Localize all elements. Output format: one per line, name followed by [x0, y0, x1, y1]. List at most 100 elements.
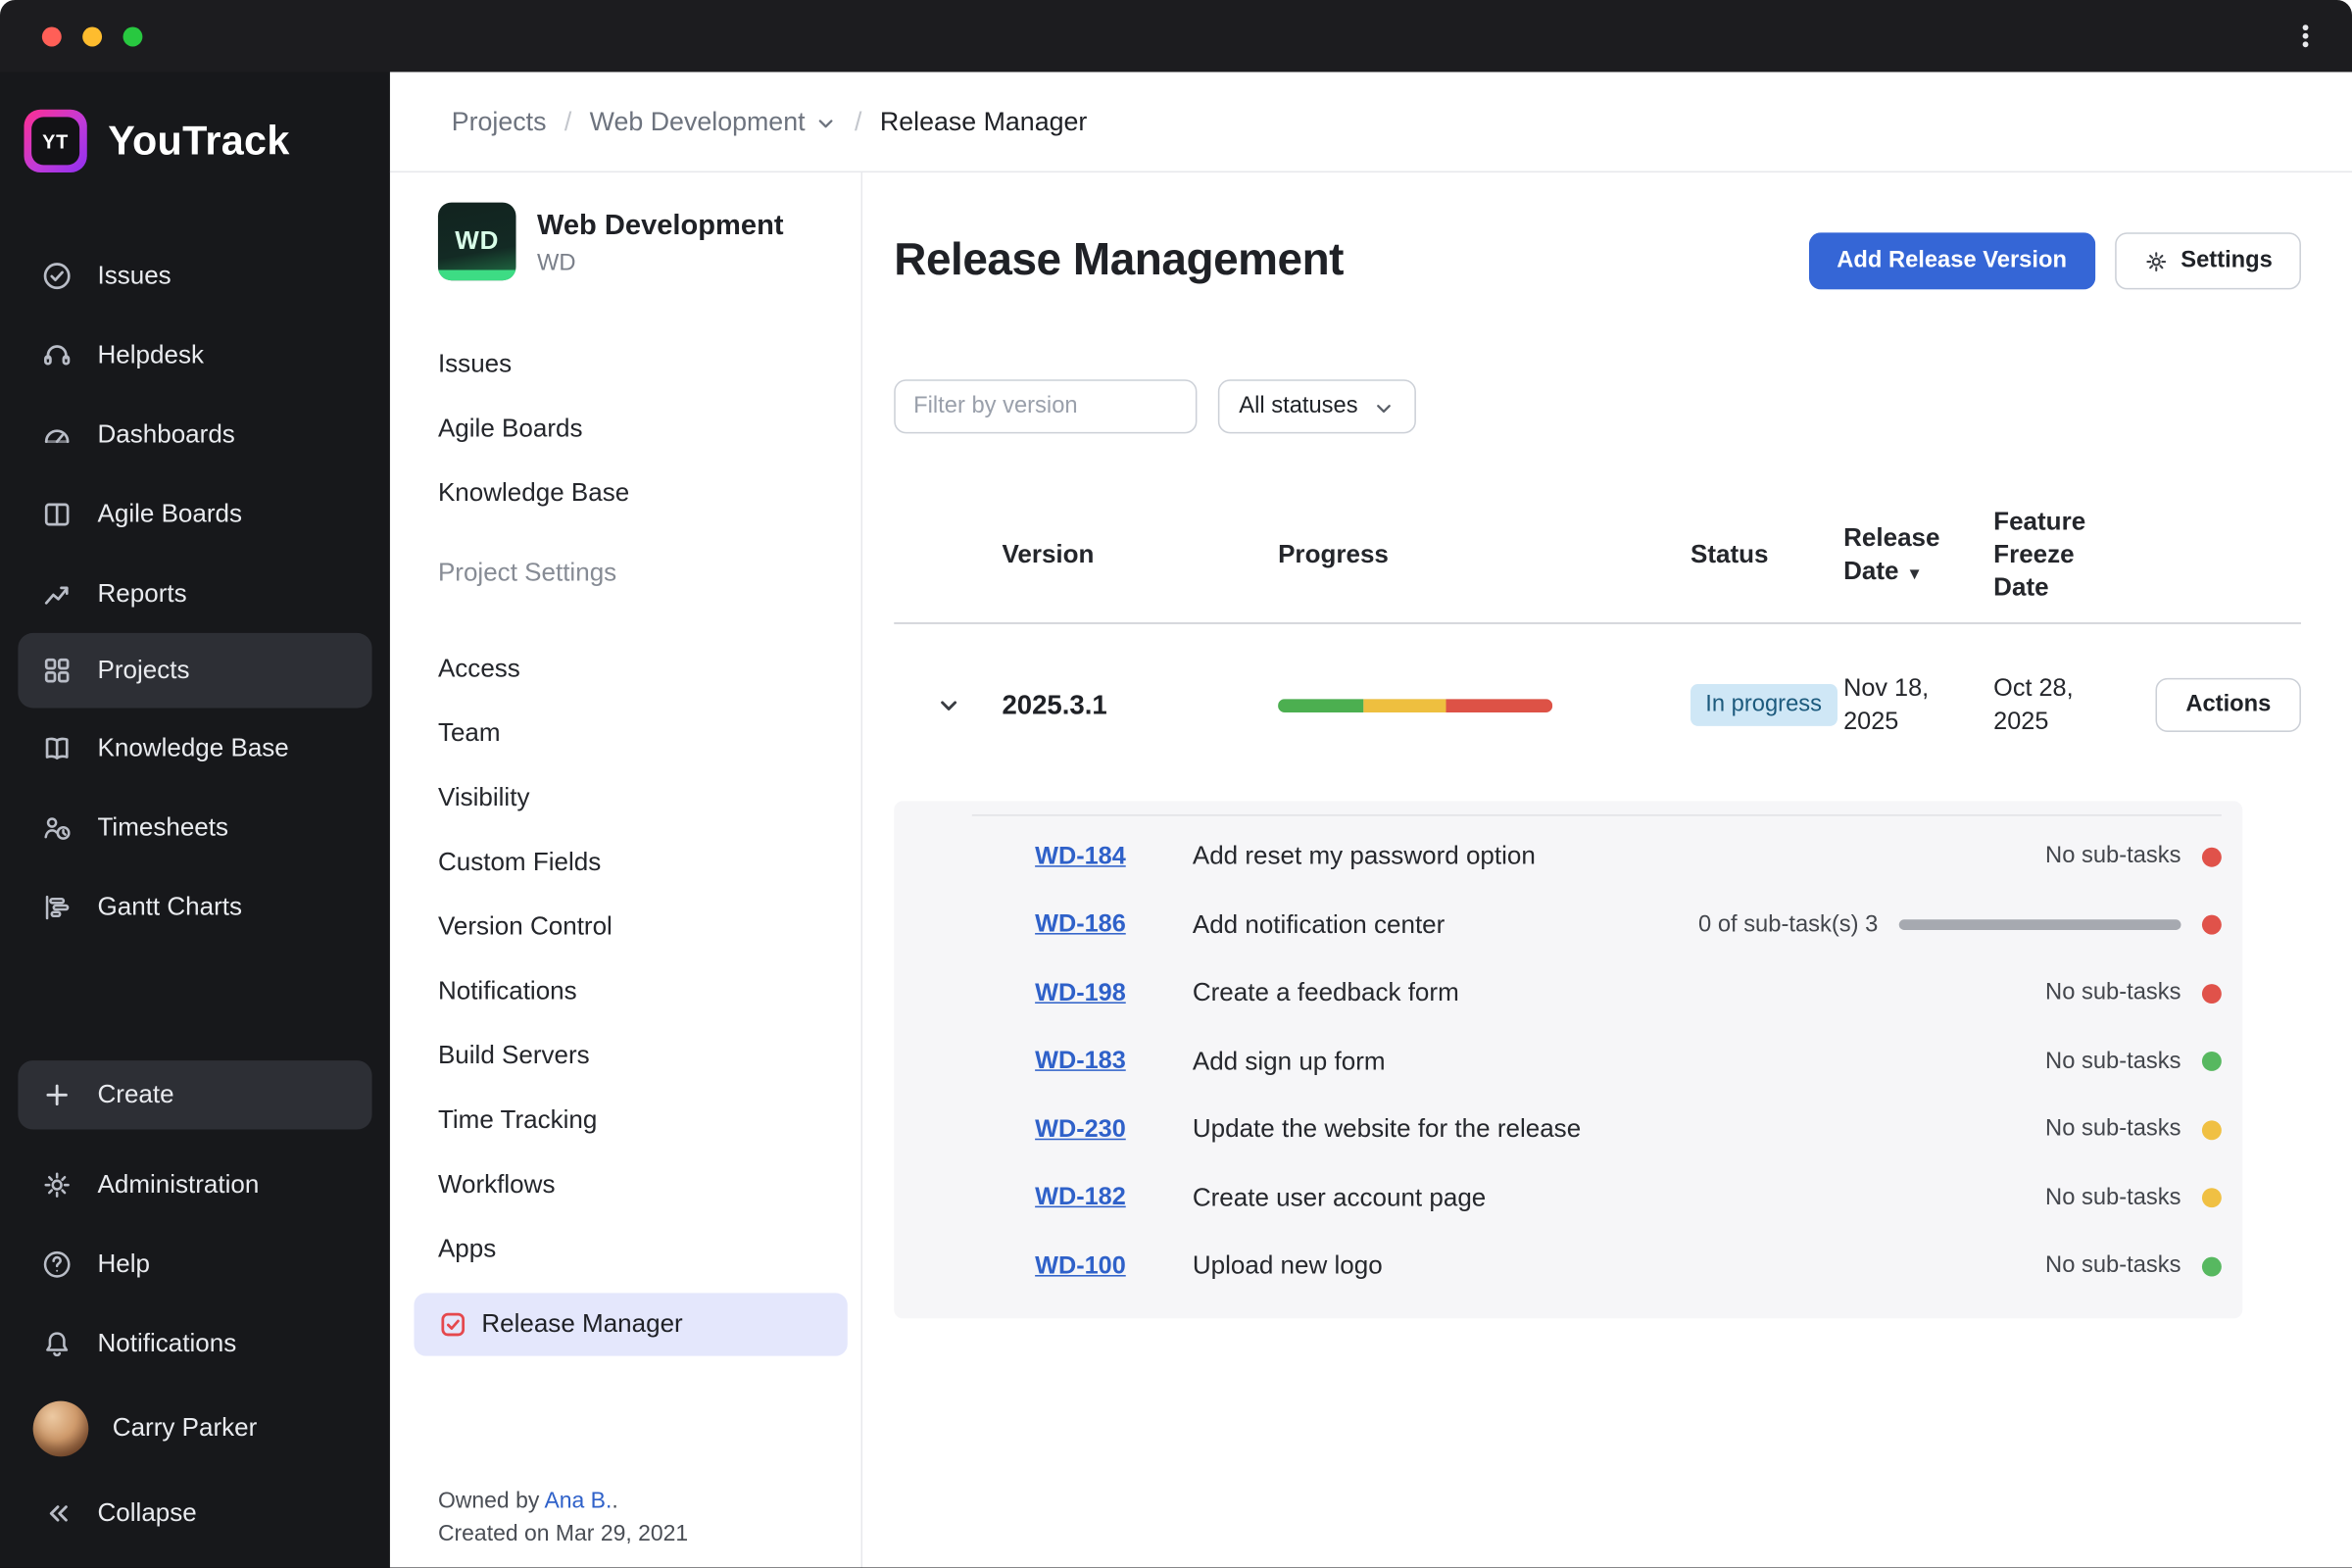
- settings-item-visibility[interactable]: Visibility: [438, 765, 861, 830]
- sidebar-item-help[interactable]: Help: [0, 1225, 390, 1304]
- user-name: Carry Parker: [112, 1413, 258, 1443]
- issue-id-link[interactable]: WD-230: [1035, 1115, 1193, 1144]
- breadcrumb-projects[interactable]: Projects: [452, 106, 547, 137]
- sidebar-item-timesheets[interactable]: Timesheets: [0, 788, 390, 867]
- breadcrumb-project-selector[interactable]: Web Development: [590, 106, 837, 137]
- settings-button[interactable]: Settings: [2114, 232, 2301, 290]
- breadcrumb-separator: /: [564, 105, 572, 136]
- create-label: Create: [97, 1080, 174, 1109]
- sidebar-item-notifications[interactable]: Notifications: [0, 1304, 390, 1384]
- column-version[interactable]: Version: [1002, 539, 1278, 572]
- issue-id-link[interactable]: WD-186: [1035, 910, 1193, 939]
- subtask-count-label: No sub-tasks: [2045, 979, 2181, 1005]
- sidebar-item-label: Helpdesk: [97, 339, 204, 368]
- sidebar-item-label: Help: [97, 1249, 151, 1278]
- subtask-count-label: 0 of sub-task(s) 3: [1698, 910, 1879, 937]
- issue-id-link[interactable]: WD-100: [1035, 1251, 1193, 1280]
- issue-status-dot: [2201, 1119, 2222, 1140]
- issue-id-link[interactable]: WD-183: [1035, 1047, 1193, 1075]
- chevron-down-icon: [1373, 397, 1396, 419]
- project-avatar[interactable]: WD: [437, 202, 516, 281]
- window-close-button[interactable]: [41, 25, 62, 46]
- feature-freeze-date-value: Oct 28, 2025: [1993, 674, 2074, 736]
- project-key: WD: [536, 250, 576, 276]
- sidebar-item-reports[interactable]: Reports: [0, 554, 390, 633]
- owner-link[interactable]: Ana B.: [544, 1488, 612, 1513]
- project-settings-nav: Access Team Visibility Custom Fields Ver…: [438, 636, 861, 1281]
- sidebar-item-administration[interactable]: Administration: [0, 1145, 390, 1224]
- column-release-date[interactable]: Release Date ▼: [1843, 522, 1993, 589]
- issue-row[interactable]: WD-184 Add reset my password option No s…: [972, 822, 2222, 891]
- settings-item-access[interactable]: Access: [438, 636, 861, 701]
- issue-row[interactable]: WD-198 Create a feedback form No sub-tas…: [972, 958, 2222, 1027]
- gear-icon: [40, 1168, 74, 1201]
- actions-button[interactable]: Actions: [2155, 678, 2301, 733]
- window-zoom-button[interactable]: [122, 25, 143, 46]
- header-actions: Add Release Version Settings: [1808, 232, 2301, 290]
- subtask-count-label: No sub-tasks: [2045, 1115, 2181, 1142]
- dashboards-icon: [40, 417, 74, 451]
- issue-row[interactable]: WD-186 Add notification center 0 of sub-…: [972, 891, 2222, 959]
- project-nav-knowledge-base[interactable]: Knowledge Base: [438, 461, 861, 525]
- sidebar-item-dashboards[interactable]: Dashboards: [0, 395, 390, 474]
- column-progress[interactable]: Progress: [1278, 539, 1690, 572]
- sidebar-collapse-button[interactable]: Collapse: [0, 1474, 390, 1553]
- project-title: Web Development: [536, 210, 784, 242]
- sidebar-item-issues[interactable]: Issues: [0, 235, 390, 315]
- issue-row[interactable]: WD-183 Add sign up form No sub-tasks: [972, 1027, 2222, 1096]
- release-issues-list: WD-184 Add reset my password option No s…: [971, 814, 2222, 1300]
- release-version[interactable]: 2025.3.1: [1002, 690, 1278, 721]
- add-release-version-button[interactable]: Add Release Version: [1808, 232, 2096, 290]
- create-button[interactable]: Create: [18, 1060, 372, 1131]
- subtask-count-label: No sub-tasks: [2045, 843, 2181, 869]
- app-logo[interactable]: YT YouTrack: [0, 72, 390, 173]
- release-date-value: Nov 18, 2025: [1843, 674, 1930, 736]
- sidebar-item-label: Issues: [97, 260, 172, 289]
- sidebar-item-knowledge-base[interactable]: Knowledge Base: [0, 708, 390, 787]
- sidebar-item-projects[interactable]: Projects: [18, 632, 372, 709]
- window-controls: [0, 25, 143, 46]
- settings-item-time-tracking[interactable]: Time Tracking: [438, 1088, 861, 1152]
- issue-id-link[interactable]: WD-184: [1035, 842, 1193, 870]
- user-menu[interactable]: Carry Parker: [0, 1384, 390, 1474]
- table-header-divider: [894, 622, 2301, 625]
- settings-item-workflows[interactable]: Workflows: [438, 1152, 861, 1217]
- sidebar-item-label: Dashboards: [97, 418, 235, 448]
- issue-id-link[interactable]: WD-182: [1035, 1184, 1193, 1212]
- release-expander-chevron-icon[interactable]: [928, 686, 967, 725]
- issue-status-dot: [2201, 1255, 2222, 1276]
- settings-item-version-control[interactable]: Version Control: [438, 894, 861, 958]
- progress-segment-in-progress: [1362, 698, 1446, 712]
- progress-segment-done: [1278, 698, 1363, 712]
- settings-item-notifications[interactable]: Notifications: [438, 958, 861, 1023]
- sidebar-item-label: Agile Boards: [97, 498, 243, 528]
- breadcrumb-separator: /: [855, 105, 862, 136]
- issue-row[interactable]: WD-100 Upload new logo No sub-tasks: [972, 1232, 2222, 1300]
- project-nav-agile-boards[interactable]: Agile Boards: [438, 396, 861, 461]
- sidebar-item-gantt-charts[interactable]: Gantt Charts: [0, 867, 390, 947]
- column-status[interactable]: Status: [1690, 539, 1843, 572]
- window-minimize-button[interactable]: [82, 25, 103, 46]
- filter-by-version-input[interactable]: [894, 379, 1198, 434]
- settings-item-release-manager[interactable]: Release Manager: [414, 1293, 848, 1356]
- status-filter-dropdown[interactable]: All statuses: [1217, 379, 1417, 434]
- project-meta: Owned by Ana B.. Created on Mar 29, 2021: [438, 1485, 688, 1550]
- issue-summary: Upload new logo: [1192, 1250, 1383, 1280]
- project-nav-issues[interactable]: Issues: [438, 331, 861, 396]
- settings-item-custom-fields[interactable]: Custom Fields: [438, 829, 861, 894]
- sidebar-item-helpdesk[interactable]: Helpdesk: [0, 315, 390, 394]
- issue-id-link[interactable]: WD-198: [1035, 979, 1193, 1007]
- issue-row[interactable]: WD-182 Create user account page No sub-t…: [972, 1163, 2222, 1232]
- settings-item-apps[interactable]: Apps: [438, 1216, 861, 1281]
- reports-icon: [40, 577, 74, 611]
- kebab-menu-icon[interactable]: [2292, 23, 2320, 50]
- column-feature-freeze-date[interactable]: Feature Freeze Date: [1993, 506, 2117, 605]
- sidebar-item-label: Administration: [97, 1169, 260, 1199]
- sidebar-item-agile-boards[interactable]: Agile Boards: [0, 474, 390, 554]
- project-settings-section-title: Project Settings: [437, 558, 617, 587]
- release-row: 2025.3.1 In progress Nov 18, 2025 Oct 28…: [894, 633, 2301, 777]
- settings-item-build-servers[interactable]: Build Servers: [438, 1023, 861, 1088]
- issue-status-dot: [2201, 1188, 2222, 1208]
- issue-row[interactable]: WD-230 Update the website for the releas…: [972, 1096, 2222, 1164]
- settings-item-team[interactable]: Team: [438, 701, 861, 765]
